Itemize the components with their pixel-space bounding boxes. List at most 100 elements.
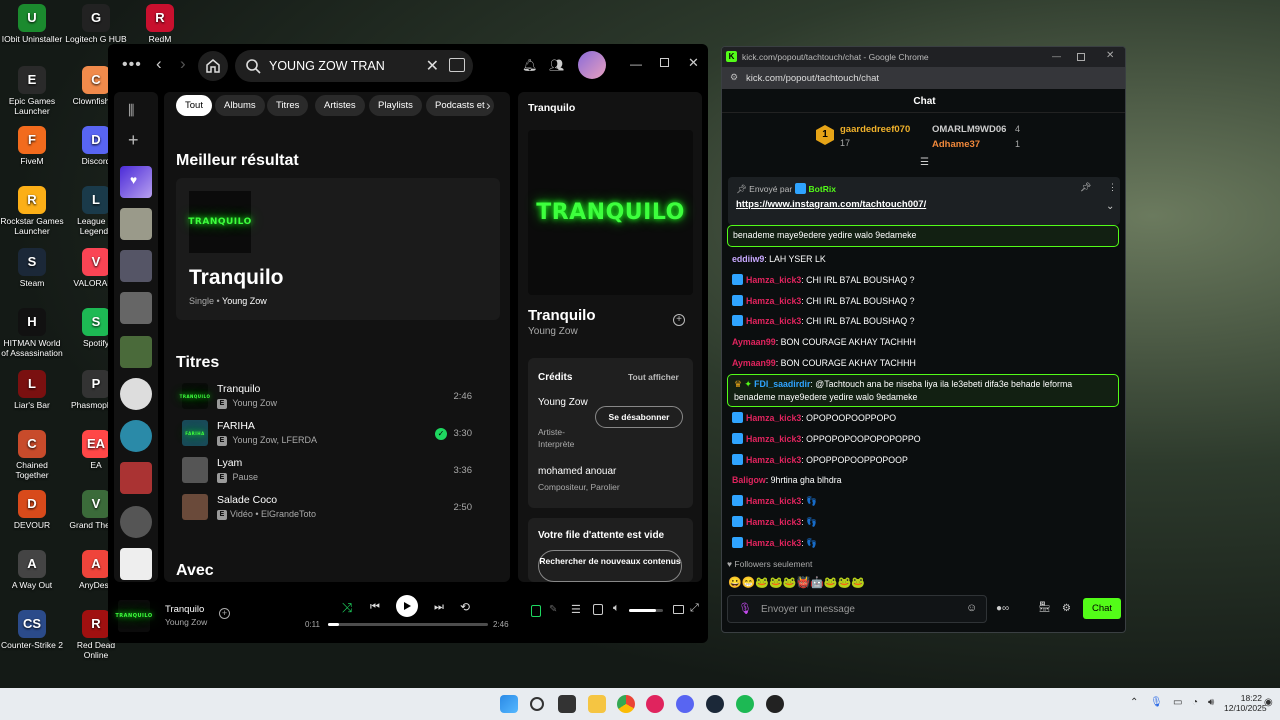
player-title[interactable]: Tranquilo bbox=[165, 604, 204, 615]
desktop-icon[interactable]: G Logitech G HUB bbox=[64, 4, 128, 44]
gear-icon[interactable]: ⚙ bbox=[1062, 603, 1071, 614]
microphone-icon[interactable]: 🎙︎ bbox=[738, 602, 752, 615]
leader-second-name[interactable]: OMARLM9WD06 bbox=[932, 124, 1006, 135]
credit1-name[interactable]: Young Zow bbox=[538, 396, 588, 410]
lyrics-icon[interactable]: ✎ bbox=[549, 604, 557, 615]
chat-message[interactable]: Hamza_kick3: OPPOPOPOOPOPOPOPPO bbox=[732, 432, 1112, 446]
chat-message[interactable]: Hamza_kick3: OPOPOOPOOPPOPO bbox=[732, 412, 1112, 425]
chevron-down-icon[interactable]: ⌄ bbox=[1106, 201, 1114, 212]
library-item[interactable] bbox=[120, 548, 152, 580]
add-to-library-icon[interactable]: + bbox=[673, 314, 685, 326]
filter-chip[interactable]: Playlists bbox=[369, 95, 422, 116]
forward-icon[interactable]: › bbox=[180, 54, 186, 74]
close-icon[interactable]: ✕ bbox=[1106, 50, 1114, 61]
filter-chip[interactable]: Podcasts et bbox=[426, 95, 494, 116]
filter-chip[interactable]: Tout bbox=[176, 95, 212, 116]
desktop-icon[interactable]: S Steam bbox=[0, 248, 64, 288]
connect-device-icon[interactable] bbox=[593, 604, 603, 615]
network-icon[interactable]: ◔ bbox=[1192, 697, 1198, 708]
repeat-icon[interactable]: ⟲ bbox=[460, 600, 470, 614]
play-button[interactable] bbox=[396, 595, 418, 617]
filter-chip[interactable]: Albums bbox=[215, 95, 265, 116]
emoji-icon[interactable]: ☺ bbox=[966, 602, 977, 614]
now-playing-view-icon[interactable] bbox=[531, 605, 541, 617]
desktop-icon[interactable]: F FiveM bbox=[0, 126, 64, 166]
store-icon[interactable]: 🏪︎ bbox=[1038, 602, 1051, 613]
desktop-icon[interactable]: E Epic Games Launcher bbox=[0, 66, 64, 116]
microphone-icon[interactable]: 🎙︎ bbox=[1150, 697, 1163, 708]
search-icon[interactable] bbox=[530, 697, 544, 711]
chrome-icon[interactable] bbox=[617, 695, 635, 713]
avatar[interactable] bbox=[578, 51, 606, 79]
shuffle-icon[interactable]: ⤨ bbox=[342, 600, 352, 616]
leaderboard-expand-icon[interactable]: ☰ bbox=[920, 157, 929, 168]
library-icon[interactable]: ⫼ bbox=[128, 102, 134, 119]
chat-message[interactable]: Baligow: 9hrtina gha blhdra bbox=[732, 474, 1112, 487]
chat-message[interactable]: Hamza_kick3: CHI IRL B7AL BOUSHAQ ? bbox=[732, 273, 1112, 287]
chat-message[interactable]: Hamza_kick3: CHI IRL B7AL BOUSHAQ ? bbox=[732, 315, 1112, 328]
next-icon[interactable]: ⏭︎ bbox=[434, 601, 444, 614]
steam-icon[interactable] bbox=[706, 695, 724, 713]
home-button[interactable] bbox=[198, 51, 228, 81]
filter-chip[interactable]: Artistes bbox=[315, 95, 365, 116]
maximize-icon[interactable] bbox=[1077, 53, 1085, 61]
best-result-card[interactable]: TRANQUILO Tranquilo Single • Young Zow bbox=[176, 178, 500, 320]
liked-songs-item[interactable]: ♥ bbox=[120, 166, 152, 198]
chat-message[interactable]: Aymaan99: BON COURAGE AKHAY TACHHH bbox=[732, 357, 1112, 370]
close-icon[interactable]: ✕ bbox=[688, 55, 699, 71]
show-all-link[interactable]: Tout afficher bbox=[628, 372, 679, 382]
volume-slider[interactable] bbox=[629, 609, 663, 612]
chat-message[interactable]: eddiiw9: LAH YSER LK bbox=[732, 253, 1112, 266]
minimize-icon[interactable]: — bbox=[1052, 51, 1061, 61]
browse-icon[interactable] bbox=[449, 58, 465, 72]
leader-third-name[interactable]: Adhame37 bbox=[932, 139, 980, 150]
added-check-icon[interactable]: ✓ bbox=[435, 428, 447, 440]
volume-icon[interactable]: 🔈︎ bbox=[613, 602, 620, 615]
emote-icon[interactable]: 😀😁🐸🐸🐸👹🤖🐸🐸🐸 bbox=[728, 577, 865, 589]
library-item[interactable] bbox=[120, 292, 152, 324]
leader-first-name[interactable]: gaardedreef070 bbox=[840, 124, 910, 135]
volume-icon[interactable]: 🔊︎ bbox=[1208, 697, 1214, 708]
desktop-icon[interactable]: D DEVOUR bbox=[0, 490, 64, 530]
library-item[interactable] bbox=[120, 420, 152, 452]
more-options-icon[interactable]: ⋮ bbox=[1108, 182, 1117, 193]
desktop-icon[interactable]: CS Counter-Strike 2 bbox=[0, 610, 64, 650]
chat-message[interactable]: Aymaan99: BON COURAGE AKHAY TACHHH bbox=[732, 336, 1112, 349]
now-playing-artist[interactable]: Young Zow bbox=[528, 326, 578, 337]
notification-icon[interactable]: ◉ bbox=[1264, 697, 1273, 708]
chat-message[interactable]: Hamza_kick3: 👣 bbox=[732, 536, 1112, 550]
app-icon[interactable] bbox=[766, 695, 784, 713]
windows-start-icon[interactable] bbox=[500, 695, 518, 713]
credit2-name[interactable]: mohamed anouar bbox=[538, 466, 616, 477]
discord-icon[interactable] bbox=[676, 695, 694, 713]
filter-chip[interactable]: Titres bbox=[267, 95, 309, 116]
back-icon[interactable]: ‹ bbox=[156, 54, 162, 74]
site-settings-icon[interactable]: ⚙ bbox=[730, 72, 738, 83]
desktop-icon[interactable]: R RedM bbox=[128, 4, 192, 44]
library-item[interactable] bbox=[120, 208, 152, 240]
send-chat-button[interactable]: Chat bbox=[1083, 598, 1121, 619]
desktop-icon[interactable]: L Liar's Bar bbox=[0, 370, 64, 410]
message-input[interactable]: 🎙︎ Envoyer un message ☺ bbox=[727, 595, 987, 623]
task-view-icon[interactable] bbox=[558, 695, 576, 713]
desktop-icon[interactable]: C Chained Together bbox=[0, 430, 64, 480]
file-explorer-icon[interactable] bbox=[588, 695, 606, 713]
tray-chevron-icon[interactable]: ⌃ bbox=[1130, 697, 1138, 708]
monitor-icon[interactable]: ▭ bbox=[1173, 697, 1182, 708]
track-row[interactable]: TRANQUILO Tranquilo E Young Zow 2:46 bbox=[180, 380, 492, 414]
desktop-icon[interactable]: A A Way Out bbox=[0, 550, 64, 590]
miniplayer-icon[interactable] bbox=[673, 605, 684, 614]
points-icon[interactable]: ●∞ bbox=[996, 603, 1009, 614]
player-art[interactable]: TRANQUILO bbox=[115, 600, 152, 632]
player-artist[interactable]: Young Zow bbox=[165, 617, 207, 627]
library-item[interactable] bbox=[120, 462, 152, 494]
friends-activity-icon[interactable]: 👥︎ bbox=[549, 58, 564, 72]
spotify-icon[interactable] bbox=[736, 695, 754, 713]
app-icon[interactable] bbox=[646, 695, 664, 713]
progress-bar[interactable] bbox=[328, 623, 488, 626]
chat-message[interactable]: Hamza_kick3: CHI IRL B7AL BOUSHAQ ? bbox=[732, 294, 1112, 308]
find-content-button[interactable]: Rechercher de nouveaux contenus bbox=[538, 550, 682, 582]
menu-dots-icon[interactable]: ••• bbox=[122, 56, 142, 74]
minimize-icon[interactable]: — bbox=[630, 57, 642, 71]
previous-icon[interactable]: ⏮︎ bbox=[370, 601, 380, 614]
